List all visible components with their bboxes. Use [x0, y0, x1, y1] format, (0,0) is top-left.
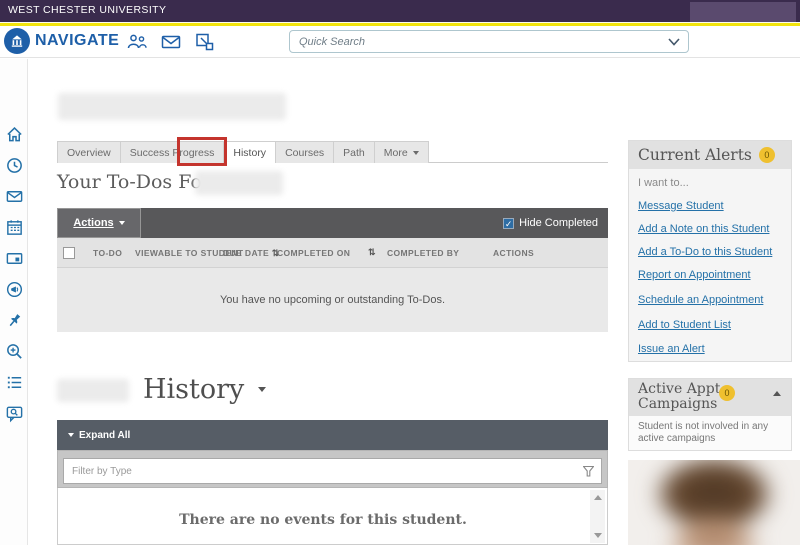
topbar-highlight[interactable] [690, 2, 796, 22]
checkbox-checked-icon: ✓ [503, 217, 515, 229]
filter-funnel-icon[interactable] [583, 465, 594, 477]
collapse-caret-icon[interactable] [773, 391, 781, 396]
link-report-appointment[interactable]: Report on Appointment [638, 269, 751, 281]
university-name: WEST CHESTER UNIVERSITY [8, 4, 167, 16]
home-icon[interactable] [3, 123, 25, 145]
student-name-redacted [58, 93, 286, 120]
col-actions: ACTIONS [493, 248, 535, 258]
col-due-date[interactable]: DUE DATE ⇅ [223, 248, 280, 259]
current-alerts-panel: Current Alerts 0 I want to... Message St… [628, 140, 792, 362]
link-issue-alert[interactable]: Issue an Alert [638, 343, 705, 355]
todos-empty-state: You have no upcoming or outstanding To-D… [57, 268, 608, 332]
scroll-down-icon[interactable] [590, 528, 605, 543]
email-icon[interactable] [160, 32, 184, 52]
caret-down-icon [118, 221, 125, 225]
actions-menu-button[interactable]: Actions [57, 208, 141, 238]
col-todo: TO-DO [93, 248, 123, 258]
tab-more[interactable]: More [373, 141, 429, 163]
tab-success-progress[interactable]: Success Progress [119, 141, 224, 163]
hide-completed-label: Hide Completed [519, 217, 598, 229]
caret-down-icon [258, 387, 267, 392]
link-schedule-appointment[interactable]: Schedule an Appointment [638, 294, 763, 306]
events-scrollbar[interactable] [590, 490, 605, 543]
tab-overview[interactable]: Overview [57, 141, 120, 163]
campaigns-megaphone-icon[interactable] [3, 278, 25, 300]
caret-down-icon [412, 150, 419, 155]
chevron-down-icon[interactable] [668, 37, 680, 46]
student-photo-redacted [628, 460, 800, 545]
calendar-icon[interactable] [3, 216, 25, 238]
caret-down-icon [68, 433, 74, 437]
active-campaigns-panel: Active Appt. Campaigns 0 Student is not … [628, 378, 792, 451]
tab-path[interactable]: Path [333, 141, 374, 163]
select-all-checkbox[interactable] [63, 247, 75, 259]
link-add-todo[interactable]: Add a To-Do to this Student [638, 246, 772, 258]
dashboard-clock-icon[interactable] [3, 154, 25, 176]
todos-table-header: TO-DO VIEWABLE TO STUDENT DUE DATE ⇅ COM… [57, 238, 608, 268]
navigate-logo[interactable]: NAVIGATE [4, 28, 119, 54]
student-name-redacted [57, 379, 129, 402]
quick-actions-icon[interactable] [194, 32, 218, 52]
filter-by-type-input[interactable] [64, 465, 583, 477]
app-header: NAVIGATE [0, 26, 800, 58]
active-campaigns-header: Active Appt. Campaigns 0 [629, 379, 791, 416]
rotunda-icon [4, 28, 30, 54]
sort-icon[interactable]: ⇅ [368, 247, 376, 258]
tab-history[interactable]: History [223, 141, 276, 163]
brand-name: NAVIGATE [35, 32, 120, 49]
link-add-note[interactable]: Add a Note on this Student [638, 223, 769, 235]
col-completed-on: COMPLETED ON [277, 248, 351, 258]
current-alerts-title: Current Alerts [638, 146, 752, 164]
student-tabs: Overview Success Progress History Course… [57, 141, 608, 163]
advanced-search-icon[interactable] [3, 340, 25, 362]
tab-courses[interactable]: Courses [275, 141, 334, 163]
filter-by-type [63, 458, 602, 484]
campaigns-count-badge: 0 [719, 385, 735, 401]
campaigns-title-line1: Active Appt. [638, 381, 725, 397]
cases-icon[interactable] [3, 247, 25, 269]
conversations-icon[interactable] [3, 185, 25, 207]
hide-completed-toggle[interactable]: ✓ Hide Completed [503, 208, 598, 238]
student-name-redacted [195, 171, 283, 195]
history-events-area: There are no events for this student. [57, 488, 608, 545]
todos-toolbar: Actions ✓ Hide Completed [57, 208, 608, 238]
todos-heading: Your To-Dos For [57, 171, 211, 193]
alerts-count-badge: 0 [758, 147, 775, 163]
university-banner: WEST CHESTER UNIVERSITY [0, 0, 800, 22]
lists-icon[interactable] [3, 371, 25, 393]
i-want-to-label: I want to... [638, 177, 689, 189]
link-add-student-list[interactable]: Add to Student List [638, 319, 731, 331]
pinned-icon[interactable] [3, 309, 25, 331]
campaigns-title-line2: Campaigns [638, 396, 718, 412]
expand-all-button[interactable]: Expand All [68, 430, 130, 441]
left-nav [0, 59, 28, 545]
history-heading[interactable]: History [143, 374, 267, 405]
notes-search-icon[interactable] [3, 402, 25, 424]
quick-search [289, 30, 689, 53]
link-message-student[interactable]: Message Student [638, 200, 724, 212]
scroll-up-icon[interactable] [590, 490, 605, 505]
history-empty-state: There are no events for this student. [179, 512, 467, 528]
history-toolbar: Expand All [57, 420, 608, 450]
navigate-app: WEST CHESTER UNIVERSITY NAVIGATE Quick S… [0, 0, 800, 545]
quick-search-input[interactable] [290, 35, 668, 48]
current-alerts-header: Current Alerts 0 [629, 141, 791, 169]
history-filter-row [57, 450, 608, 488]
appointments-icon[interactable] [126, 32, 150, 52]
col-completed-by: COMPLETED BY [387, 248, 460, 258]
user-avatar[interactable] [757, 28, 800, 57]
campaigns-empty-state: Student is not involved in any active ca… [638, 421, 769, 444]
